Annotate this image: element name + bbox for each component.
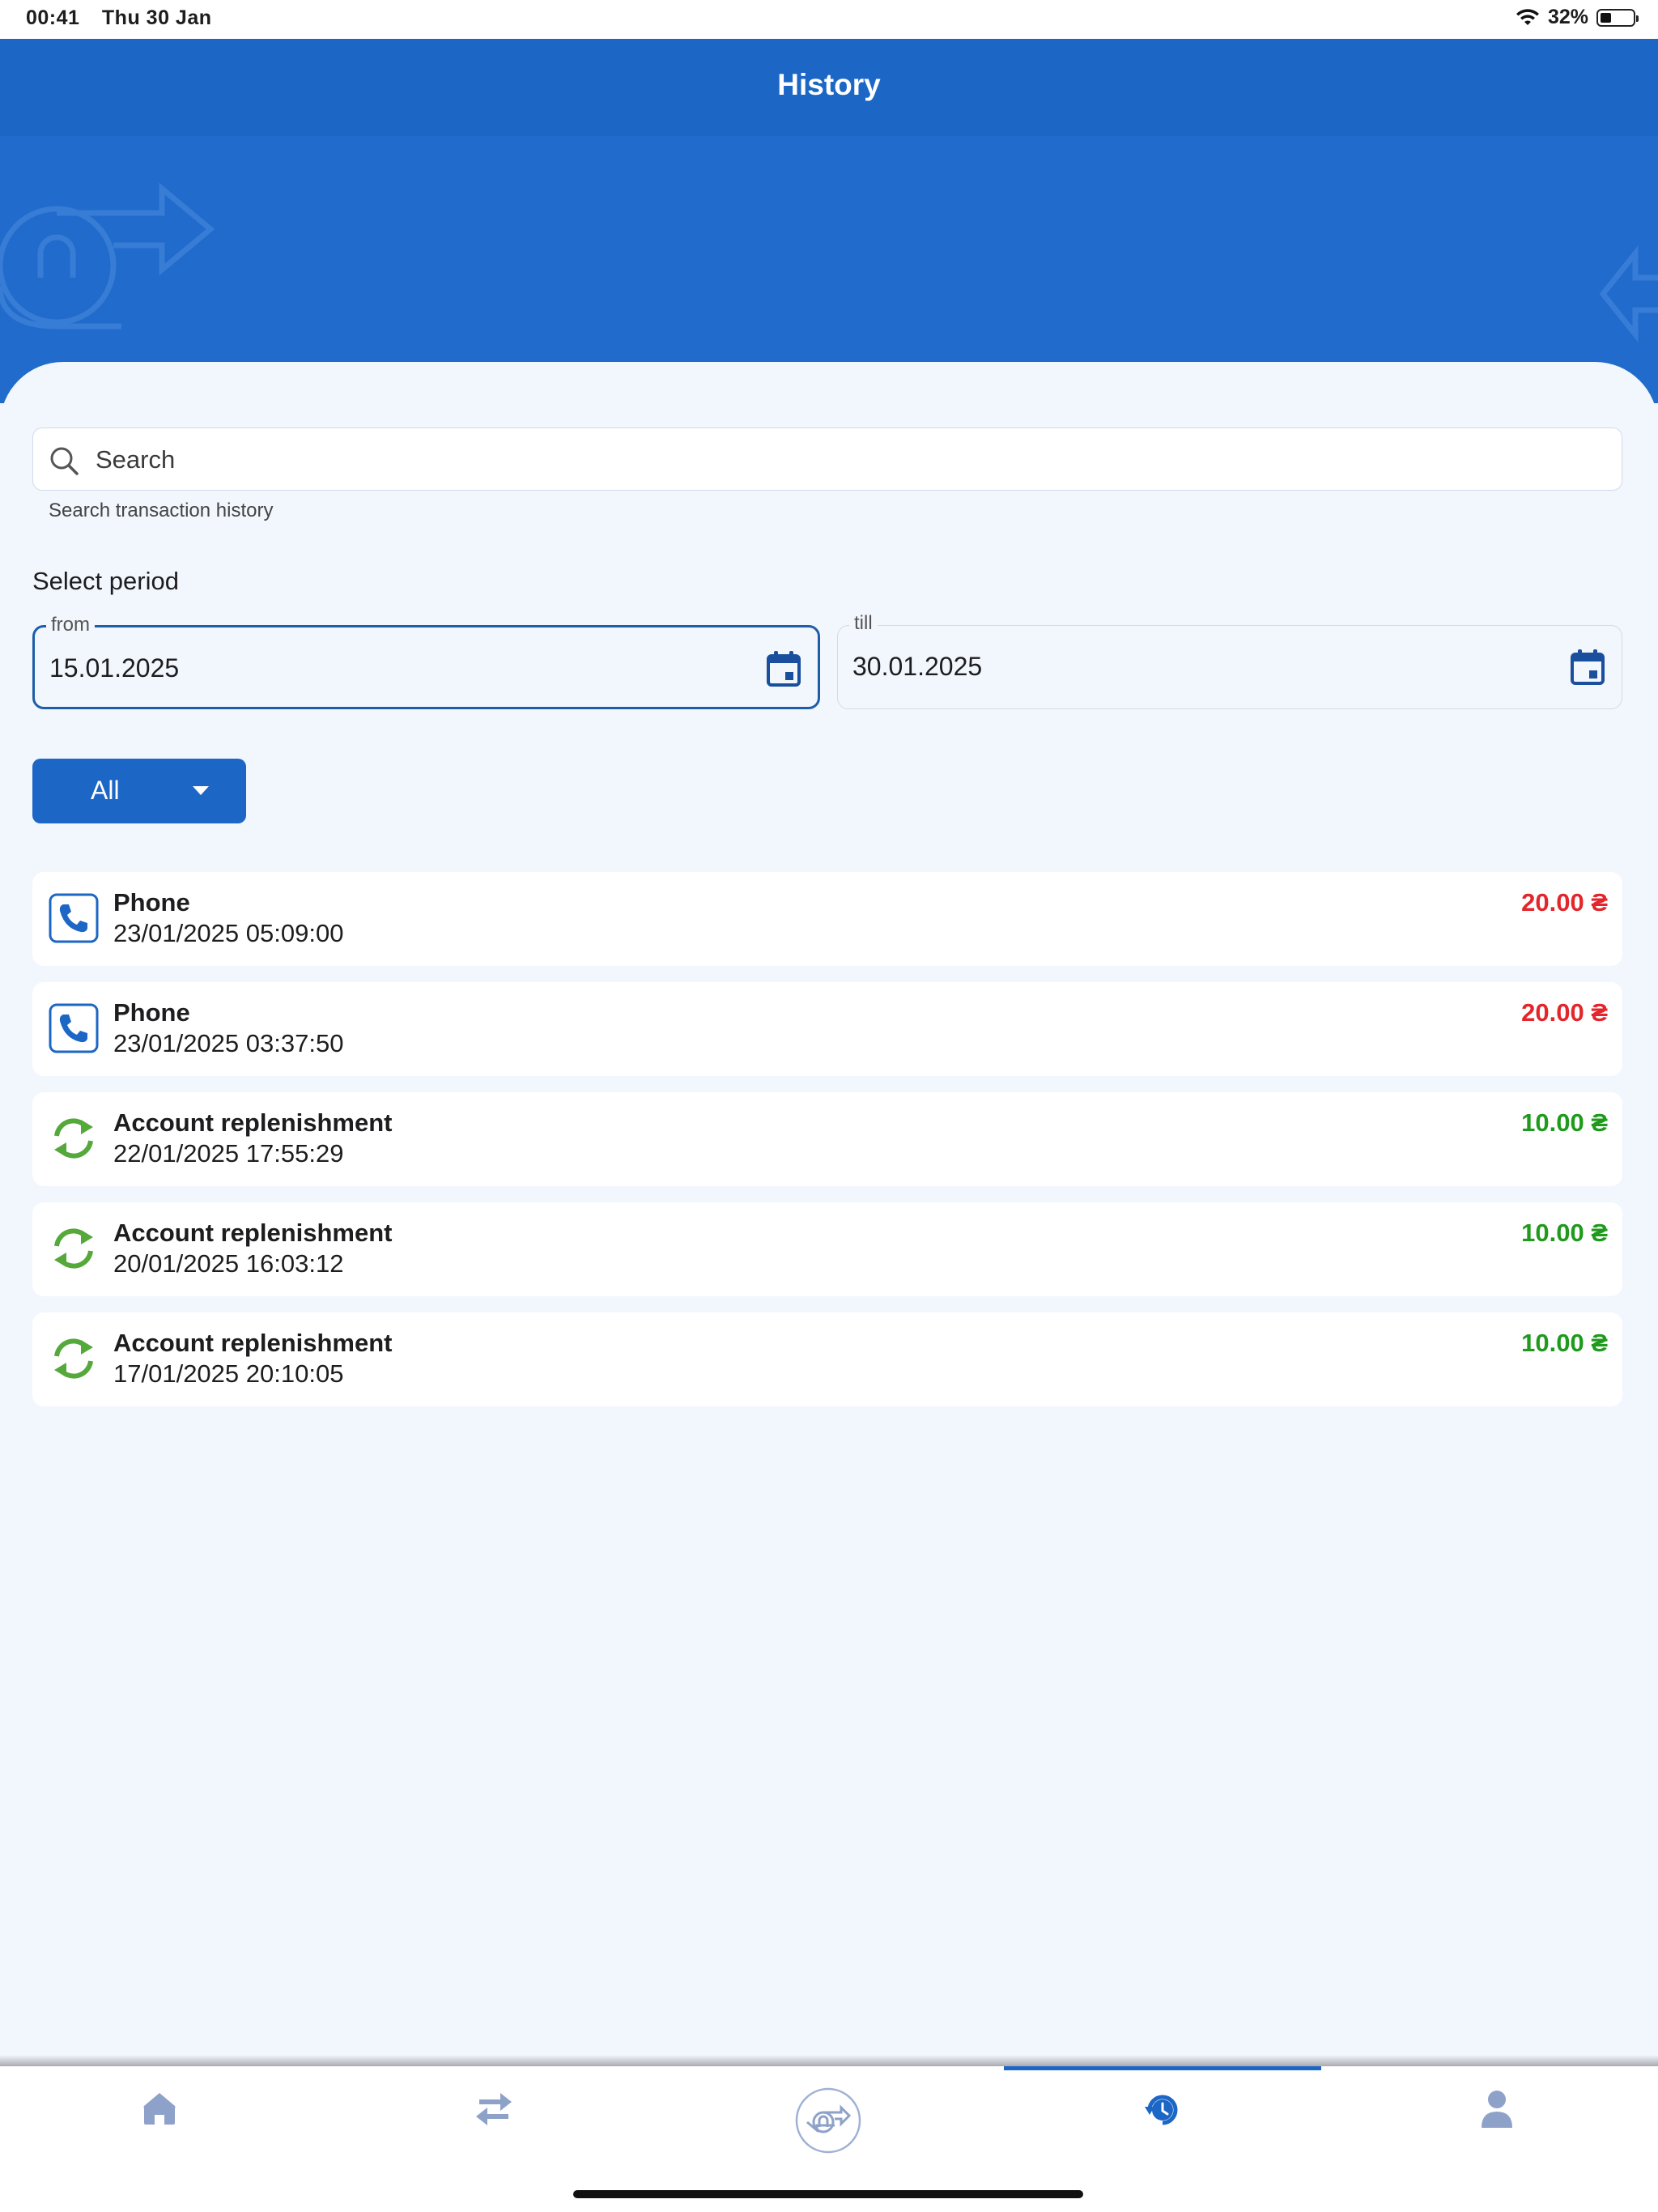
date-from-field[interactable]: from 15.01.2025 xyxy=(32,614,820,709)
nav-home[interactable] xyxy=(79,2066,240,2172)
search-input[interactable] xyxy=(94,428,1595,491)
transaction-title: Account replenishment xyxy=(113,1108,393,1137)
search-helper-text: Search transaction history xyxy=(49,500,274,521)
home-indicator xyxy=(573,2190,1083,2198)
date-till-value: 30.01.2025 xyxy=(852,652,983,681)
transaction-date: 20/01/2025 16:03:12 xyxy=(113,1249,344,1278)
transaction-title: Phone xyxy=(113,888,190,917)
filter-dropdown-button[interactable]: All xyxy=(32,759,246,823)
status-bar: 00:41 Thu 30 Jan 32% xyxy=(0,0,1658,39)
transaction-title: Account replenishment xyxy=(113,1329,393,1357)
transaction-item[interactable]: Account replenishment 20/01/2025 16:03:1… xyxy=(32,1202,1622,1296)
app-header: History xyxy=(0,39,1658,136)
brand-logo-icon xyxy=(795,2087,861,2154)
banner-watermark-right-icon xyxy=(1599,245,1658,342)
wifi-icon xyxy=(1516,8,1539,25)
transaction-title: Phone xyxy=(113,998,190,1027)
date-till-field[interactable]: till 30.01.2025 xyxy=(837,612,1622,709)
search-icon xyxy=(50,447,79,475)
phone-icon xyxy=(49,893,99,943)
date-from-label: from xyxy=(46,614,95,636)
nav-brand[interactable] xyxy=(747,2066,909,2172)
home-icon xyxy=(143,2093,176,2125)
transaction-date: 23/01/2025 03:37:50 xyxy=(113,1029,344,1057)
battery-percent: 32% xyxy=(1547,6,1588,28)
status-time-date: 00:41 Thu 30 Jan xyxy=(26,6,228,30)
nav-history[interactable] xyxy=(1082,2066,1244,2172)
transaction-title: Account replenishment xyxy=(113,1219,393,1247)
transaction-item[interactable]: Phone 23/01/2025 03:37:50 20.00 ₴ xyxy=(32,982,1622,1076)
refresh-icon xyxy=(54,1118,93,1159)
phone-icon xyxy=(49,1003,99,1053)
transaction-amount: 10.00 ₴ xyxy=(1521,1219,1608,1247)
caret-down-icon xyxy=(193,786,209,795)
nav-transfers[interactable] xyxy=(413,2066,575,2172)
transfer-arrows-icon xyxy=(476,2093,512,2125)
period-label: Select period xyxy=(32,567,179,595)
user-icon xyxy=(1482,2091,1512,2128)
page-title: History xyxy=(777,68,881,101)
refresh-icon xyxy=(54,1338,93,1379)
transaction-date: 22/01/2025 17:55:29 xyxy=(113,1139,344,1168)
refresh-icon xyxy=(54,1228,93,1269)
status-indicators: 32% xyxy=(1516,6,1639,29)
transaction-amount: 20.00 ₴ xyxy=(1521,998,1608,1027)
transaction-date: 17/01/2025 20:10:05 xyxy=(113,1359,344,1388)
battery-icon xyxy=(1596,8,1639,27)
filter-selected-label: All xyxy=(91,776,120,805)
date-from-value: 15.01.2025 xyxy=(49,653,180,683)
search-field[interactable] xyxy=(32,428,1622,491)
history-clock-icon xyxy=(1145,2095,1178,2125)
date-till-label: till xyxy=(849,612,878,635)
status-time: 00:41 xyxy=(26,6,80,29)
transaction-item[interactable]: Phone 23/01/2025 05:09:00 20.00 ₴ xyxy=(32,872,1622,966)
transaction-amount: 10.00 ₴ xyxy=(1521,1329,1608,1357)
calendar-icon[interactable] xyxy=(1570,649,1605,686)
transaction-item[interactable]: Account replenishment 22/01/2025 17:55:2… xyxy=(32,1092,1622,1186)
nav-profile[interactable] xyxy=(1416,2066,1578,2172)
transaction-item[interactable]: Account replenishment 17/01/2025 20:10:0… xyxy=(32,1312,1622,1406)
transaction-amount: 10.00 ₴ xyxy=(1521,1108,1608,1137)
calendar-icon[interactable] xyxy=(766,650,801,687)
transaction-amount: 20.00 ₴ xyxy=(1521,888,1608,917)
status-date: Thu 30 Jan xyxy=(101,6,212,29)
transaction-date: 23/01/2025 05:09:00 xyxy=(113,919,344,947)
banner-watermark-left-icon xyxy=(0,182,215,330)
